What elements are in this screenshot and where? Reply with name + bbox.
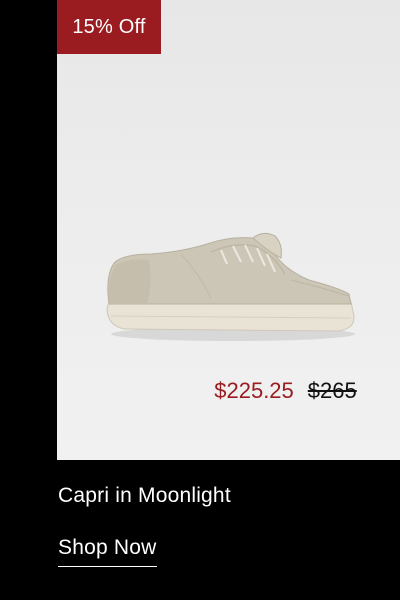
sale-price: $225.25 (214, 378, 294, 403)
product-card[interactable]: $225.25 $265 15% Off Capri in Moonlight … (0, 0, 400, 600)
price-row: $225.25 $265 (114, 380, 400, 402)
original-price: $265 (307, 378, 357, 403)
shop-now-link[interactable]: Shop Now (58, 536, 157, 567)
product-image-panel[interactable]: $225.25 $265 (57, 0, 400, 460)
sneaker-image[interactable] (103, 230, 355, 345)
discount-badge: 15% Off (57, 0, 161, 54)
product-name[interactable]: Capri in Moonlight (58, 484, 231, 508)
